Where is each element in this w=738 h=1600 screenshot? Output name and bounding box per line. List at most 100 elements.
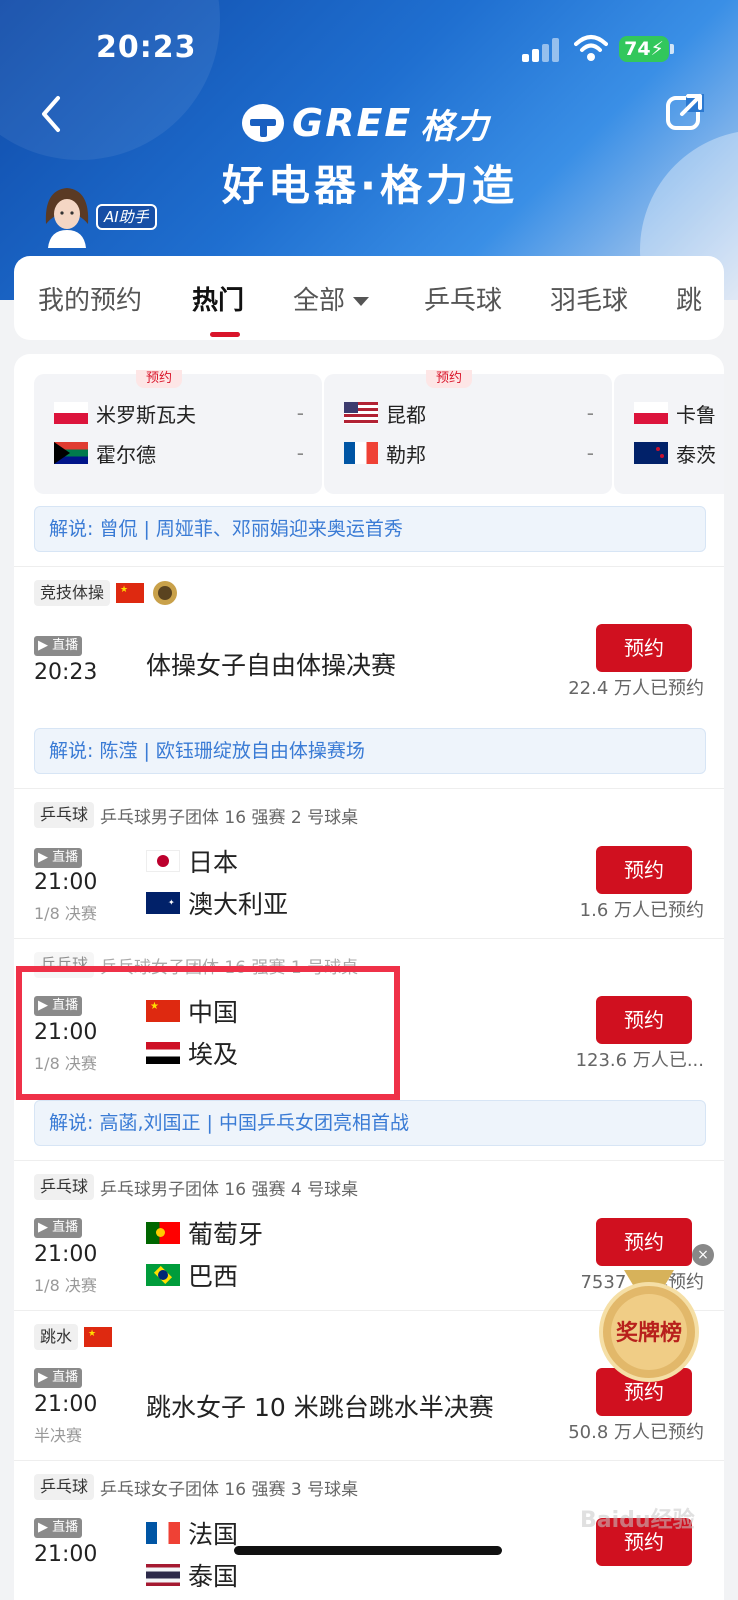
australia-flag-icon: ✦	[146, 892, 180, 914]
team-name: 巴西	[188, 1262, 239, 1291]
team-name: 米罗斯瓦夫	[96, 402, 196, 427]
live-badge: ▶ 直播	[34, 1518, 82, 1538]
reserve-button[interactable]: 预约	[596, 996, 692, 1044]
team-name: 日本	[188, 848, 239, 877]
sport-tag: 竞技体操	[34, 580, 111, 606]
reservation-count: 123.6 万人已...	[575, 1050, 704, 1071]
matchup-card[interactable]: 预约 米罗斯瓦夫 - 霍尔德 -	[34, 370, 322, 494]
commentary-bar[interactable]: 解说: 陈滢 | 欧钰珊绽放自由体操赛场	[34, 728, 706, 774]
divider	[14, 1460, 724, 1461]
matchup-team-row: 昆都 -	[344, 398, 594, 428]
live-badge: ▶ 直播	[34, 1368, 82, 1388]
matchup-card[interactable]: 卡鲁 泰茨	[614, 374, 724, 494]
team-row: 巴西	[146, 1260, 239, 1291]
team-name: 葡萄牙	[188, 1220, 264, 1249]
tab-table-tennis[interactable]: 乒乓球	[424, 280, 502, 317]
team-name: 昆都	[386, 402, 426, 427]
france-flag-icon	[146, 1522, 180, 1544]
commentary-bar[interactable]: 解说: 高菡,刘国正 | 中国乒乓女团亮相首战	[34, 1100, 706, 1146]
reserve-button[interactable]: 预约	[596, 1218, 692, 1266]
tab-my-reservations[interactable]: 我的预约	[38, 280, 142, 317]
caret-down-icon	[353, 297, 370, 306]
south-africa-flag-icon	[54, 442, 88, 464]
matchup-team-row: 勒邦 -	[344, 438, 594, 468]
slogan: 好电器·格力造	[222, 161, 518, 210]
share-icon[interactable]	[664, 92, 704, 132]
team-score: -	[586, 401, 594, 425]
divider	[14, 938, 724, 939]
divider	[14, 566, 724, 567]
poland-flag-icon	[54, 402, 88, 424]
team-row: 日本	[146, 846, 239, 877]
event-round: 1/8 决赛	[34, 904, 97, 923]
gree-logo-icon	[242, 104, 284, 142]
tab-hot[interactable]: 热门	[192, 280, 244, 317]
event-header: 竞技体操 ★	[34, 580, 178, 606]
close-icon[interactable]: ×	[692, 1244, 714, 1266]
event-round: 半决赛	[34, 1426, 83, 1445]
reserve-button[interactable]: 预约	[596, 624, 692, 672]
ai-assistant-avatar[interactable]	[40, 184, 94, 248]
france-flag-icon	[344, 442, 378, 464]
highlight-box	[16, 966, 400, 1100]
event-time: 20:23	[34, 660, 98, 685]
event-header: 跳水 ★	[34, 1324, 120, 1350]
sport-tag: 乒乓球	[34, 1474, 95, 1500]
event-time: 21:00	[34, 1242, 98, 1267]
brazil-flag-icon	[146, 1264, 180, 1286]
event-header: 乒乓球 乒乓球男子团体 16 强赛 4 号球桌	[34, 1174, 358, 1200]
battery-indicator: 74⚡	[619, 36, 669, 62]
brand-name: GREE	[292, 101, 413, 145]
portugal-flag-icon	[146, 1222, 180, 1244]
reserve-button[interactable]: 预约	[596, 846, 692, 894]
poland-flag-icon	[634, 402, 668, 424]
app-screen: 20:23 74⚡ GREE 格力 好电器·格力造 AI助手 我的预约 热门 全…	[0, 0, 738, 1600]
team-score: -	[296, 401, 304, 425]
team-name: 法国	[188, 1520, 239, 1549]
live-label: 直播	[52, 1520, 79, 1535]
event-title: 跳水女子 10 米跳台跳水半决赛	[146, 1393, 494, 1422]
team-score: -	[586, 441, 594, 465]
reservation-count: 50.8 万人已预约	[568, 1422, 704, 1443]
usa-flag-icon	[344, 402, 378, 424]
team-row: 葡萄牙	[146, 1218, 264, 1249]
sport-tag: 跳水	[34, 1324, 79, 1350]
event-description: 乒乓球男子团体 16 强赛 2 号球桌	[100, 807, 359, 828]
divider	[14, 1160, 724, 1161]
team-name: 泰国	[188, 1562, 239, 1591]
team-name: 卡鲁	[676, 402, 716, 427]
live-label: 直播	[52, 638, 79, 653]
ai-assistant-tag[interactable]: AI助手	[96, 204, 157, 230]
category-tabs: 我的预约 热门 全部 乒乓球 羽毛球 跳	[14, 256, 724, 340]
cellular-signal-icon	[522, 38, 559, 62]
wifi-icon	[574, 35, 608, 61]
gold-medal-icon	[153, 581, 178, 605]
team-name: 霍尔德	[96, 442, 156, 467]
event-title: 体操女子自由体操决赛	[146, 651, 397, 680]
team-name: 泰茨	[676, 442, 716, 467]
tab-all[interactable]: 全部	[293, 280, 370, 317]
team-score: -	[296, 441, 304, 465]
sport-tag: 乒乓球	[34, 802, 95, 828]
tab-diving[interactable]: 跳	[676, 280, 702, 317]
reservation-count: 22.4 万人已预约	[568, 678, 704, 699]
team-row: ✦ 澳大利亚	[146, 888, 288, 919]
event-description: 乒乓球男子团体 16 强赛 4 号球桌	[100, 1179, 359, 1200]
reserve-tag: 预约	[136, 370, 183, 388]
new-zealand-flag-icon	[634, 442, 668, 464]
medal-table-badge[interactable]: 奖牌榜	[594, 1270, 704, 1390]
home-indicator[interactable]	[234, 1546, 502, 1555]
divider	[14, 788, 724, 789]
back-arrow-icon[interactable]	[36, 92, 66, 136]
matchup-team-row: 泰茨	[634, 438, 724, 468]
battery-tip	[670, 44, 674, 54]
team-row: 泰国	[146, 1560, 239, 1591]
tab-badminton[interactable]: 羽毛球	[550, 280, 628, 317]
sport-tag: 乒乓球	[34, 1174, 95, 1200]
tab-all-label: 全部	[293, 286, 346, 316]
matchup-card[interactable]: 预约 昆都 - 勒邦 -	[324, 370, 612, 494]
commentary-bar[interactable]: 解说: 曾侃 | 周娅菲、邓丽娟迎来奥运首秀	[34, 506, 706, 552]
medal-table-label: 奖牌榜	[616, 1320, 682, 1346]
active-tab-indicator	[210, 332, 240, 337]
watermark: Baidu经验	[580, 1508, 695, 1533]
